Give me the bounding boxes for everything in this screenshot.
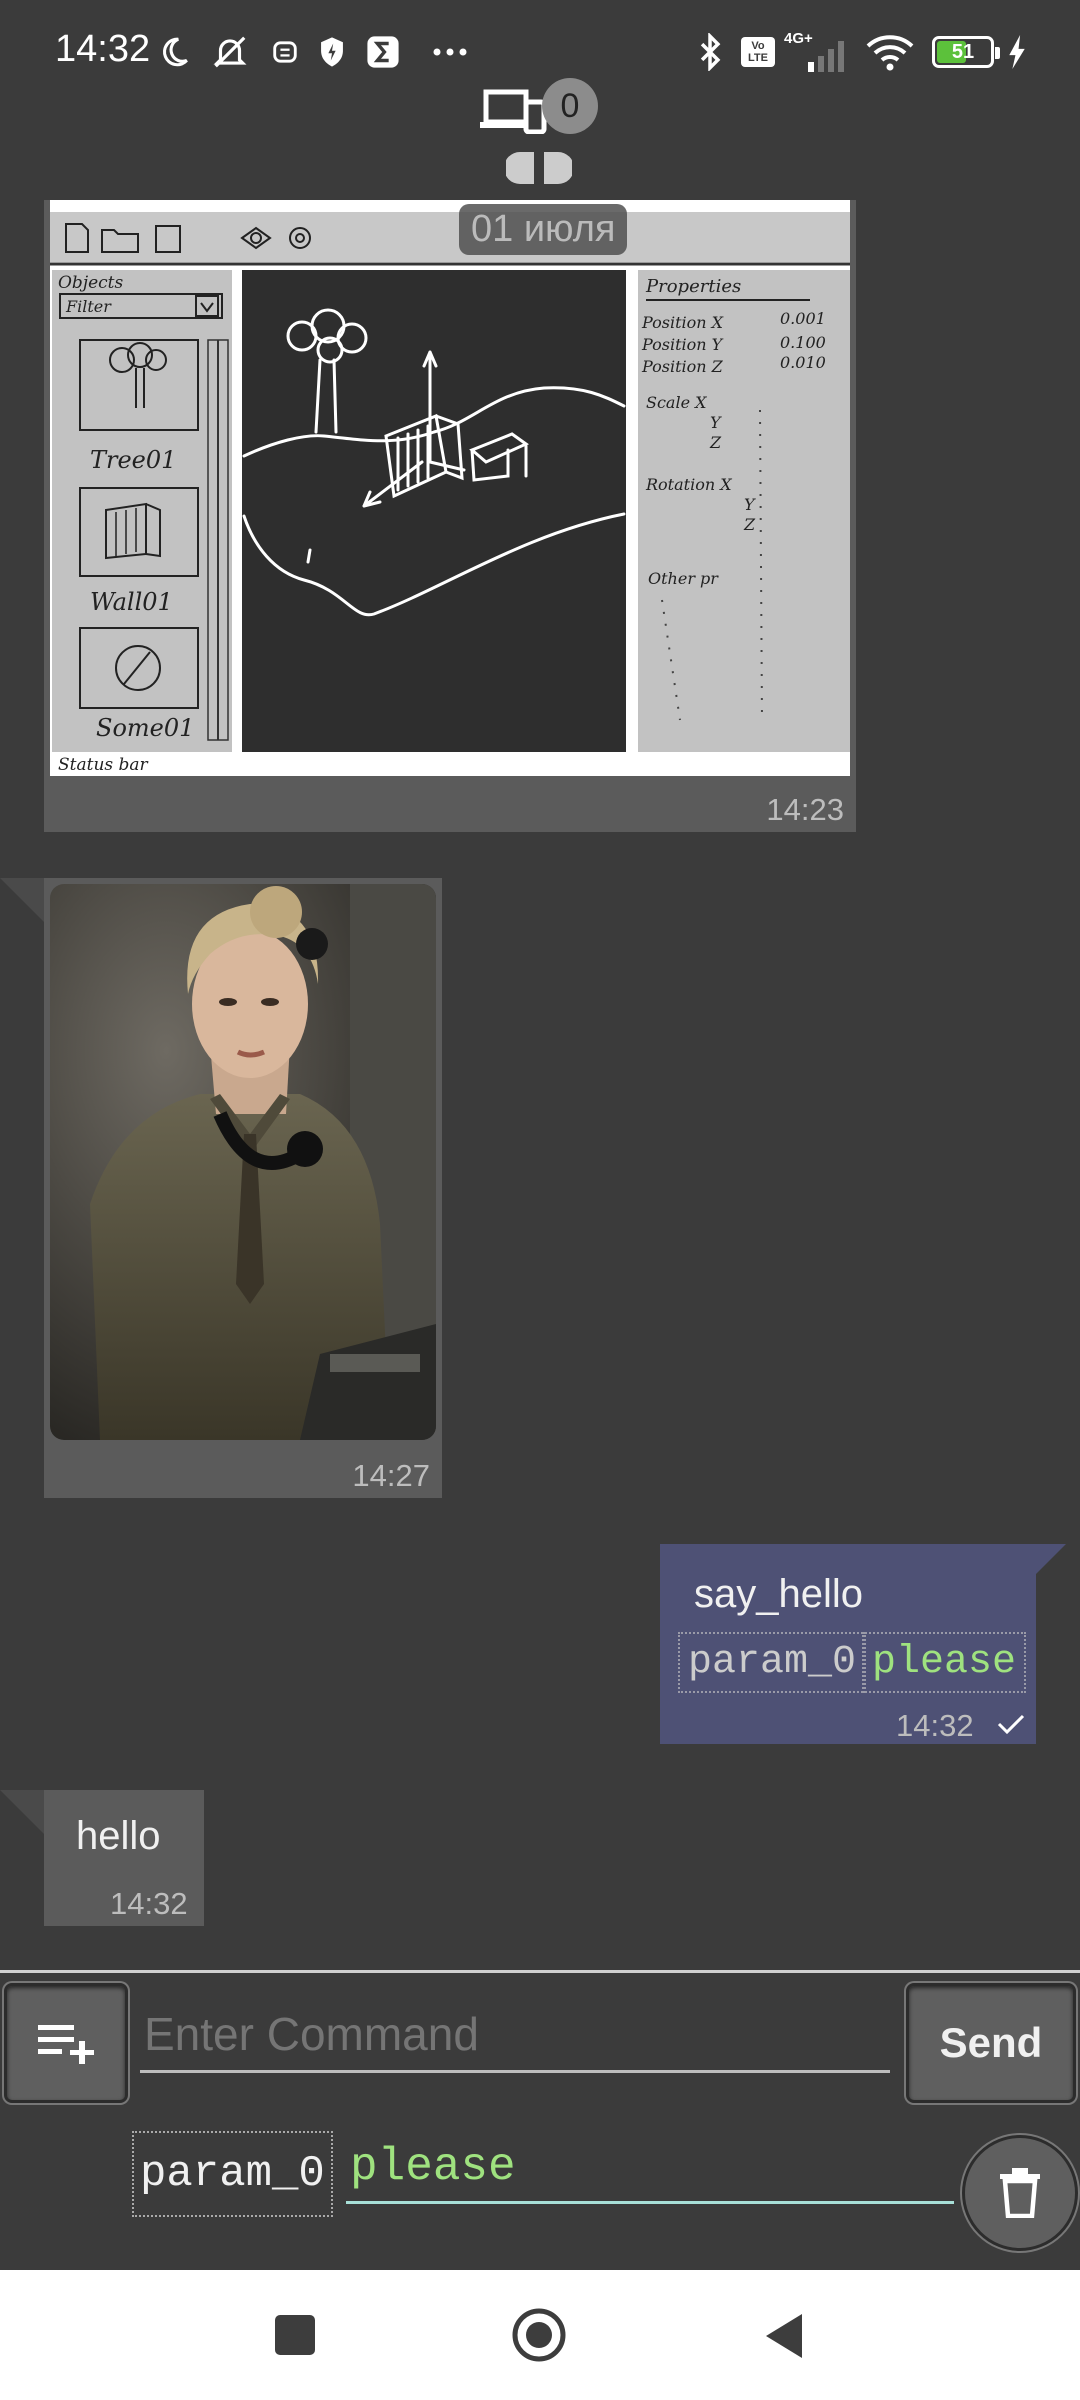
command-composer: Send param_0 please (0, 1970, 1080, 2273)
playlist-add-icon (36, 2021, 96, 2065)
sent-check-icon (996, 1712, 1026, 1736)
signal-icon: 4G+ (782, 30, 852, 74)
sketch-prop-name-8: Z (743, 515, 756, 534)
bubble-tail (0, 878, 44, 922)
recents-button[interactable] (275, 2315, 315, 2355)
command-param-value: please (862, 1632, 1027, 1693)
plug-icon (506, 146, 572, 190)
sketch-prop-value-1: 0.100 (780, 333, 826, 352)
sketch-item-2: Wall01 (90, 588, 173, 616)
moon-icon (152, 30, 196, 74)
status-time: 14:32 (55, 28, 151, 70)
sketch-image[interactable]: Objects Filter Tree01 Wall01 Some01 Stat… (50, 200, 850, 776)
battery-level: 51 (951, 41, 975, 63)
wifi-icon (862, 30, 918, 74)
sketch-prop-value-0: 0.001 (780, 309, 826, 328)
bubble-tail (1026, 1544, 1066, 1584)
send-button[interactable]: Send (906, 1983, 1076, 2103)
message-time: 14:27 (352, 1458, 430, 1493)
muted-bell-icon (205, 30, 255, 74)
sketch-prop-name-7: Y (744, 495, 756, 514)
sketch-statusbar-label: Status bar (58, 755, 149, 775)
sketch-prop-name-9: Other pr (648, 569, 719, 588)
back-button[interactable] (762, 2312, 808, 2360)
volte-icon: Vo LTE (738, 30, 778, 74)
sketch-prop-name-2: Position Z (641, 357, 724, 376)
sketch-prop-name-6: Rotation X (645, 475, 732, 494)
param-value-input[interactable]: please (346, 2141, 954, 2204)
sketch-prop-name-5: Z (709, 433, 722, 452)
sketch-properties-title: Properties (645, 276, 741, 297)
command-name: say_hello (694, 1572, 864, 1616)
sketch-prop-name-0: Position X (641, 313, 724, 332)
shield-icon (312, 30, 352, 74)
sketch-item-3: Some01 (96, 714, 194, 742)
sketch-prop-name-3: Scale X (646, 393, 707, 412)
trash-icon (998, 2168, 1042, 2218)
message-bubble-command: say_hello param_0 please 14:32 (660, 1544, 1066, 1744)
sketch-filter-label: Filter (65, 297, 112, 316)
navigation-bar (0, 2270, 1080, 2400)
sketch-objects-title: Objects (58, 273, 124, 293)
charging-icon (1002, 30, 1032, 74)
message-bubble-sketch: Objects Filter Tree01 Wall01 Some01 Stat… (44, 200, 856, 832)
param-name-chip[interactable]: param_0 (132, 2131, 333, 2217)
message-bubble-text: hello 14:32 (44, 1790, 204, 1926)
sketch-prop-name-4: Y (710, 413, 722, 432)
sketch-item-1: Tree01 (90, 446, 176, 474)
sketch-prop-name-1: Position Y (641, 335, 724, 354)
message-time: 14:32 (896, 1708, 974, 1743)
command-param-name: param_0 (678, 1632, 867, 1693)
battery-icon: 51 (928, 30, 1000, 74)
message-bubble-photo: 14:27 (44, 878, 442, 1498)
bubble-tail (0, 1790, 44, 1834)
volte-text: Vo LTE (748, 40, 768, 64)
robot-icon (265, 30, 305, 74)
message-text: hello (76, 1814, 161, 1858)
message-time: 14:23 (766, 792, 844, 827)
home-button[interactable] (511, 2307, 567, 2363)
message-time: 14:32 (110, 1886, 188, 1921)
sigma-icon (362, 30, 404, 74)
date-separator: 01 июля (459, 204, 628, 255)
bluetooth-icon (690, 30, 730, 74)
devices-icon (480, 88, 550, 134)
sketch-prop-value-2: 0.010 (780, 353, 826, 372)
devices-count-badge: 0 (542, 78, 598, 134)
delete-param-button[interactable] (962, 2135, 1078, 2251)
add-param-button[interactable] (4, 1983, 128, 2103)
command-input[interactable] (140, 1997, 890, 2073)
more-dots-icon (425, 30, 475, 74)
photo-image[interactable] (50, 884, 436, 1440)
connection-status[interactable]: 0 (470, 78, 610, 200)
